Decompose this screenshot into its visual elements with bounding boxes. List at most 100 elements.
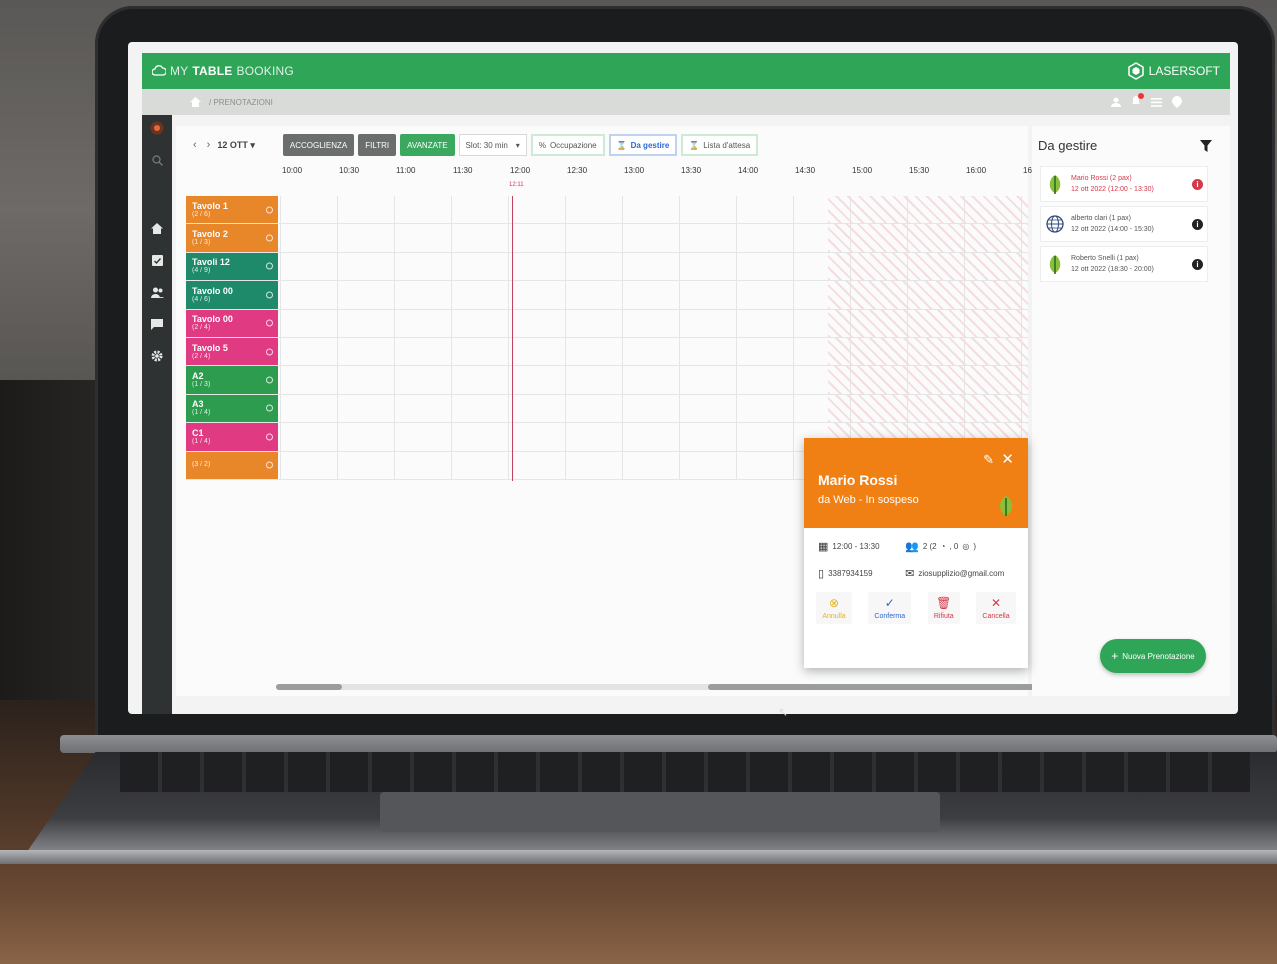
laptop-base-edge <box>0 850 1277 864</box>
table-capacity: (1 / 3) <box>192 381 211 389</box>
table-label[interactable]: Tavolo 00 (4 / 6) <box>186 281 278 309</box>
annulla-button[interactable]: ⊗ Annulla <box>816 592 852 624</box>
time-slots[interactable] <box>278 224 1028 252</box>
messages-nav-icon[interactable] <box>150 317 164 331</box>
table-label[interactable]: Tavolo 2 (1 / 3) <box>186 224 278 252</box>
pending-customer: Mario Rossi (2 pax) <box>1071 175 1132 182</box>
close-icon[interactable]: ✕ <box>1001 450 1014 468</box>
filter-icon[interactable] <box>1200 140 1212 152</box>
time-slots[interactable] <box>278 337 1028 366</box>
customers-nav-icon[interactable] <box>150 285 164 299</box>
tab-da-gestire[interactable]: ⌛ Da gestire <box>608 134 678 156</box>
time-slots[interactable] <box>278 394 1028 423</box>
table-label[interactable]: Tavolo 00 (2 / 4) <box>186 309 278 337</box>
guests-icon: 👥 <box>905 541 919 553</box>
info-icon[interactable]: i <box>1192 258 1203 270</box>
time-label: 12:00 <box>510 166 531 175</box>
adult-icon: ◔ <box>940 542 946 551</box>
time-slots[interactable] <box>278 196 1028 224</box>
booking-email[interactable]: ✉ ziosupplizio@gmail.com <box>905 567 1014 580</box>
avatar-icon <box>150 121 164 135</box>
date-selector[interactable]: 12 OTT ▾ <box>217 140 279 151</box>
pending-text: Roberto Snelli (1 pax) 12 ott 2022 (18:30… <box>1071 253 1186 275</box>
location-icon[interactable] <box>1172 96 1182 108</box>
info-icon[interactable]: i <box>1192 218 1203 230</box>
table-label[interactable]: A3 (1 / 4) <box>186 394 278 423</box>
pending-text: alberto clari (1 pax) 12 ott 2022 (14:00 … <box>1071 213 1186 235</box>
home-icon[interactable] <box>190 97 201 107</box>
avatar[interactable] <box>150 121 164 135</box>
time-slots[interactable] <box>278 309 1028 337</box>
partner-name: LASERSOFT <box>1148 64 1220 78</box>
table-capacity: (4 / 9) <box>192 267 211 275</box>
laptop-hinge <box>60 735 1277 753</box>
laptop-keyboard <box>120 752 1250 792</box>
table-label[interactable]: A2 (1 / 3) <box>186 366 278 394</box>
rifiuta-label: Rifiuta <box>933 613 954 620</box>
pending-date: 12 ott 2022 (12:00 - 13:30) <box>1071 186 1154 193</box>
table-label[interactable]: C1 (1 / 4) <box>186 423 278 451</box>
globe-icon <box>1045 214 1065 234</box>
tab-da-gestire-label: Da gestire <box>630 140 670 150</box>
time-slots[interactable] <box>278 366 1028 394</box>
laptop-trackpad <box>380 792 940 832</box>
percent-icon: % <box>538 140 546 150</box>
table-label[interactable]: Tavolo 1 (2 / 6) <box>186 196 278 224</box>
tab-lista-attesa-label: Lista d'attesa <box>703 140 751 150</box>
trash-icon: 🗑 <box>936 596 952 610</box>
new-booking-button[interactable]: + Nuova Prenotazione <box>1100 639 1206 673</box>
list-icon[interactable] <box>1151 97 1162 107</box>
calendar-nav-icon[interactable] <box>150 253 164 267</box>
cancella-button[interactable]: ✕ Cancella <box>976 592 1016 624</box>
cancel-circle-icon: ⊗ <box>828 596 840 610</box>
slot-select[interactable]: Slot: 30 min ▾ <box>458 134 527 156</box>
table-label[interactable]: Tavolo 5 (2 / 4) <box>186 337 278 366</box>
booking-phone[interactable]: ▯ 3387934159 <box>818 567 905 580</box>
settings-nav-icon[interactable] <box>150 349 164 363</box>
closed-slot-area <box>828 337 1028 366</box>
filtri-button[interactable]: FILTRI <box>358 134 397 156</box>
rifiuta-button[interactable]: 🗑 Rifiuta <box>927 592 960 624</box>
info-icon[interactable]: i <box>1192 178 1203 190</box>
tab-lista-attesa[interactable]: ⌛ Lista d'attesa <box>681 134 759 156</box>
time-label: 13:00 <box>624 166 645 175</box>
planner-toolbar: ‹ › 12 OTT ▾ ACCOGLIENZA FILTRI AVANZATE… <box>190 134 759 156</box>
closed-slot-area <box>828 281 1028 309</box>
table-row: Tavoli 12 (4 / 9) <box>186 252 1028 282</box>
list-item[interactable]: Roberto Snelli (1 pax) 12 ott 2022 (18:30… <box>1040 246 1208 282</box>
notification-bell[interactable] <box>1131 93 1144 108</box>
tab-occupazione[interactable]: % Occupazione <box>530 134 605 156</box>
table-label[interactable]: (3 / 2) <box>186 451 278 479</box>
time-slots[interactable] <box>278 281 1028 309</box>
scrollbar-thumb-right[interactable] <box>708 684 1034 690</box>
scrollbar-thumb-left[interactable] <box>276 684 342 690</box>
next-day-button[interactable]: › <box>204 139 214 151</box>
closed-slot-area <box>828 196 1028 224</box>
table-capacity: (2 / 6) <box>192 210 211 218</box>
conferma-button[interactable]: ✓ Conferma <box>868 592 912 624</box>
list-item[interactable]: Mario Rossi (2 pax) 12 ott 2022 (12:00 - … <box>1040 166 1208 202</box>
prev-day-button[interactable]: ‹ <box>190 139 200 151</box>
home-nav-icon[interactable] <box>150 221 164 235</box>
time-label: 11:00 <box>396 166 416 175</box>
user-icon[interactable] <box>1111 97 1121 107</box>
phone-value: 3387934159 <box>828 569 873 578</box>
edit-icon[interactable]: ✎ <box>983 452 994 468</box>
closed-slot-area <box>828 309 1028 337</box>
app-logo[interactable]: MY TABLE BOOKING <box>152 64 294 78</box>
popup-body: ▦ 12:00 - 13:30 👥 2 (2 ◔ , 0 ◎ ) ▯ 33879… <box>804 528 1028 580</box>
horizontal-scrollbar[interactable] <box>276 684 1034 690</box>
table-label[interactable]: Tavoli 12 (4 / 9) <box>186 252 278 281</box>
closed-slot-area <box>828 224 1028 252</box>
avanzate-button[interactable]: AVANZATE <box>400 134 455 156</box>
table-row: Tavolo 00 (4 / 6) <box>186 281 1028 310</box>
time-header: 10:00 10:30 11:00 11:30 12:00 12:30 13:00 13:30… <box>282 166 1080 180</box>
hourglass-icon: ⌛ <box>689 140 700 150</box>
accoglienza-button[interactable]: ACCOGLIENZA <box>282 134 355 156</box>
table-name: A3 <box>192 399 204 410</box>
time-slots[interactable] <box>278 252 1028 281</box>
list-item[interactable]: alberto clari (1 pax) 12 ott 2022 (14:00 … <box>1040 206 1208 242</box>
breadcrumb[interactable]: / PRENOTAZIONI <box>209 98 273 107</box>
mouse-cursor-icon: ↖ <box>778 705 789 719</box>
search-icon[interactable] <box>150 153 164 167</box>
